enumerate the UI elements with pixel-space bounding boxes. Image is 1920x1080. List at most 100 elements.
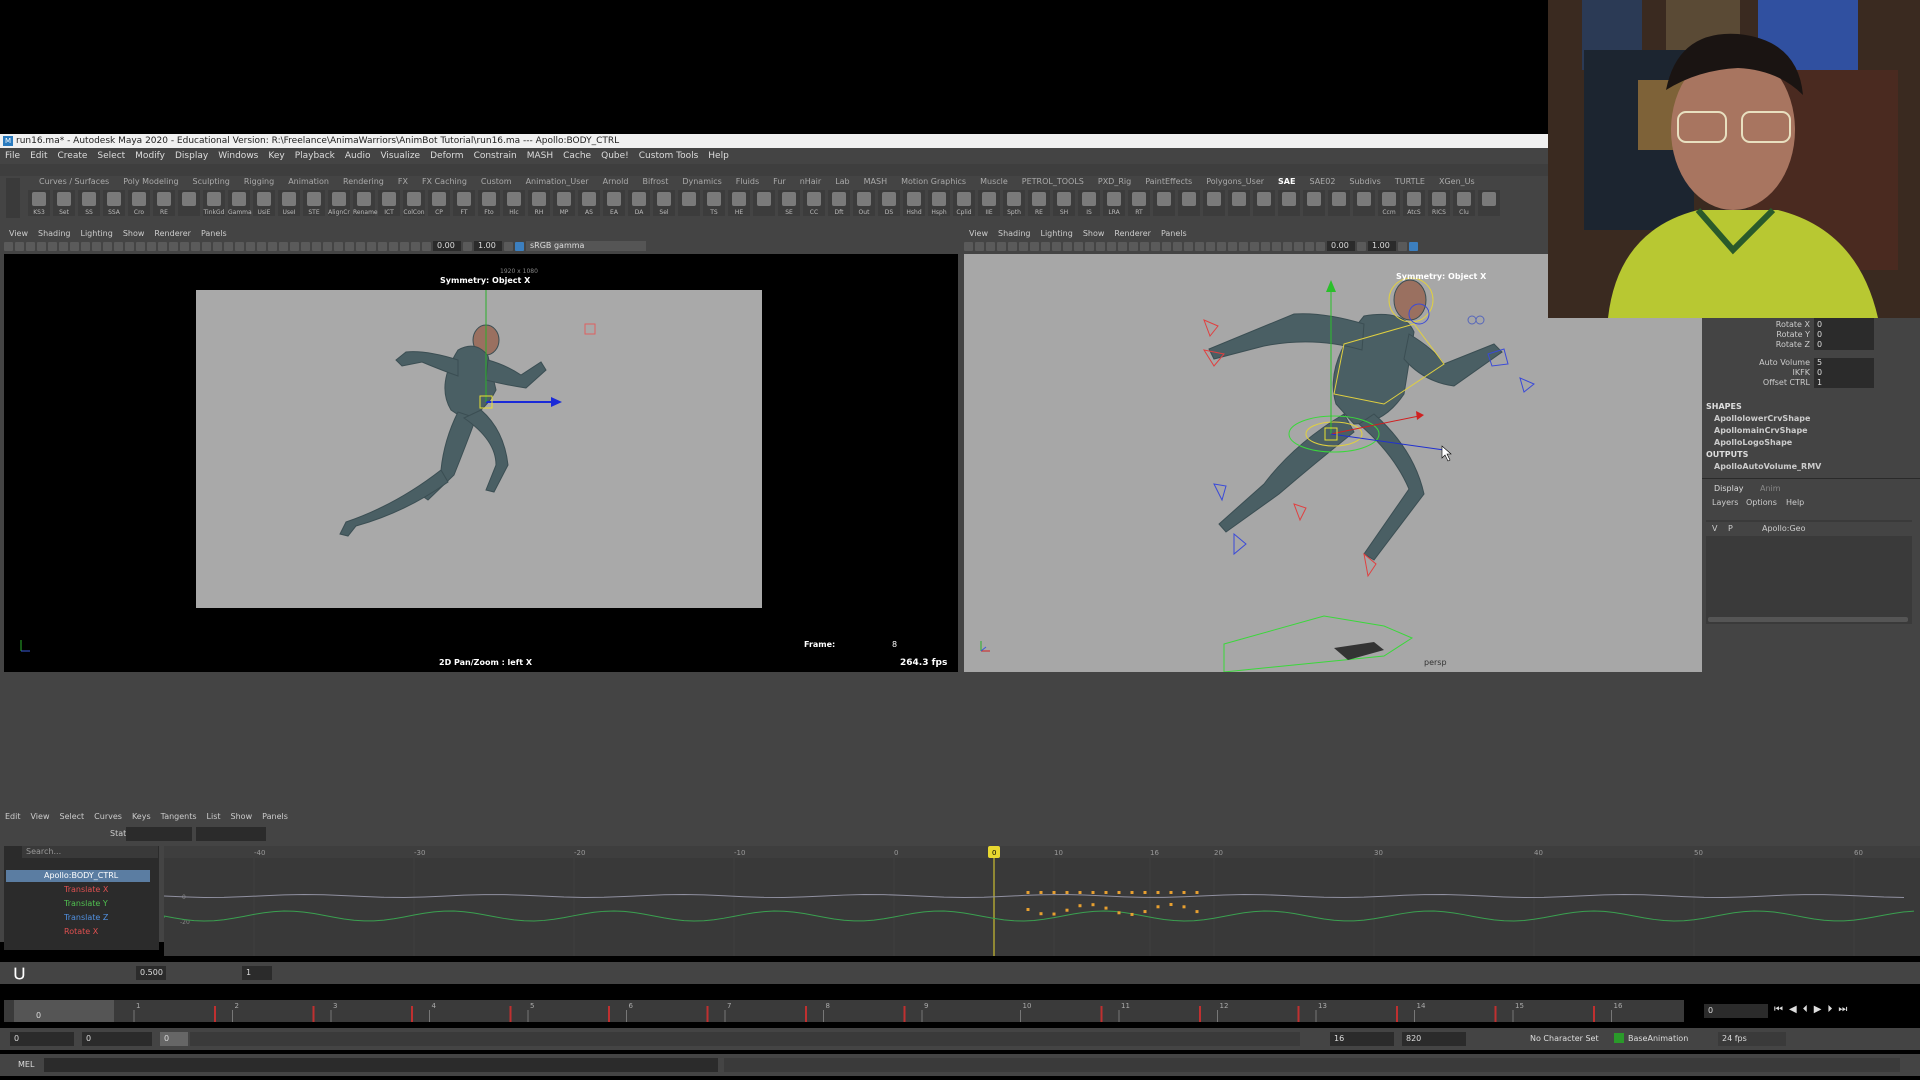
timeline-key[interactable] [1396, 1006, 1398, 1022]
timeline-key[interactable] [411, 1006, 413, 1022]
shelf-tab[interactable]: Sculpting [186, 177, 237, 186]
menu-audio[interactable]: Audio [340, 151, 376, 161]
menu-help[interactable]: Help [703, 151, 734, 161]
anim-layer[interactable]: BaseAnimation [1628, 1034, 1688, 1043]
shelf-tool-button[interactable]: Set [53, 190, 75, 216]
shelf-tab[interactable]: Dynamics [675, 177, 728, 186]
graph-ruler[interactable] [164, 846, 1920, 858]
shelf-tool-button[interactable]: TinkGd [203, 190, 225, 216]
key-marker[interactable] [1052, 891, 1056, 894]
timeline-key[interactable] [1199, 1006, 1201, 1022]
channel-value[interactable]: 0 [1814, 330, 1874, 340]
menu-key[interactable]: Key [263, 151, 289, 161]
colorspace-select[interactable]: sRGB gamma [526, 241, 646, 251]
shelf-tool-button[interactable]: Out [853, 190, 875, 216]
shelf-tool-button[interactable]: Dft [828, 190, 850, 216]
shelf-tool-button[interactable]: RT [1128, 190, 1150, 216]
shelf-tool-button[interactable]: Cro [128, 190, 150, 216]
left-panel-menu-item[interactable]: Shading [33, 229, 76, 238]
shelf-tab[interactable]: Muscle [973, 177, 1015, 186]
curve-translate-x[interactable] [163, 894, 1905, 898]
mel-label[interactable]: MEL [18, 1060, 34, 1069]
graph-menu-item[interactable]: Curves [89, 812, 127, 821]
graph-menu-item[interactable]: Tangents [156, 812, 202, 821]
shelf-tab[interactable]: Motion Graphics [894, 177, 973, 186]
shelf-tool-button[interactable]: UseI [278, 190, 300, 216]
shelf-tool-button[interactable] [1203, 190, 1225, 216]
timeline-key[interactable] [608, 1006, 610, 1022]
key-marker[interactable] [1117, 891, 1121, 894]
menu-display[interactable]: Display [170, 151, 213, 161]
menu-windows[interactable]: Windows [213, 151, 263, 161]
shelf-tool-button[interactable]: KS3 [28, 190, 50, 216]
channel-name[interactable]: Offset CTRL [1763, 378, 1810, 387]
graph-menu-item[interactable]: List [202, 812, 226, 821]
shelf-tool-button[interactable]: CC [803, 190, 825, 216]
right-panel-menu-item[interactable]: View [964, 229, 993, 238]
shape-item[interactable]: ApollolowerCrvShape [1714, 414, 1810, 423]
shelf-tab[interactable]: Polygons_User [1199, 177, 1271, 186]
shelf-tool-button[interactable]: Rename [353, 190, 378, 216]
key-marker[interactable] [1169, 891, 1173, 894]
shelf-tab[interactable]: Bifrost [635, 177, 675, 186]
menu-visualize[interactable]: Visualize [375, 151, 425, 161]
shelf-tab[interactable]: Poly Modeling [116, 177, 185, 186]
outliner-channel[interactable]: Translate Y [64, 898, 108, 910]
layer-playback-toggle[interactable]: P [1728, 524, 1733, 533]
shelf-tool-button[interactable]: SS [78, 190, 100, 216]
range-slider[interactable] [190, 1032, 1300, 1046]
current-frame-field[interactable]: 0 [1704, 1004, 1768, 1018]
step-field-2[interactable]: 1 [242, 966, 272, 980]
shelf-tool-button[interactable]: IS [1078, 190, 1100, 216]
shelf-tab[interactable]: Animation_User [519, 177, 596, 186]
key-marker[interactable] [1026, 908, 1030, 911]
channel-value[interactable]: 0 [1814, 320, 1874, 330]
shelf-tool-button[interactable]: LRA [1103, 190, 1125, 216]
channel-name[interactable]: Auto Volume [1759, 358, 1810, 367]
shelf-tab[interactable]: Lab [828, 177, 856, 186]
start-field[interactable]: 0 [10, 1032, 74, 1046]
anim-start-field[interactable]: 0 [82, 1032, 152, 1046]
shelf-tool-button[interactable]: Spth [1003, 190, 1025, 216]
key-marker[interactable] [1195, 891, 1199, 894]
shelf-tab[interactable]: PaintEffects [1138, 177, 1199, 186]
shelf-tool-button[interactable]: CP [428, 190, 450, 216]
shelf-tool-button[interactable]: DA [628, 190, 650, 216]
shelf-tab[interactable]: Fluids [729, 177, 766, 186]
shelf-tab[interactable]: MASH [857, 177, 894, 186]
timeline-key[interactable] [509, 1006, 512, 1022]
outliner-channel[interactable]: Translate X [64, 884, 108, 896]
graph-view[interactable]: -40 -30 -20 -10 0 10 16 20 30 40 50 60 0 0 -20 [163, 846, 1920, 956]
menu-qube[interactable]: Qube! [596, 151, 634, 161]
right-panel-menu-item[interactable]: Panels [1156, 229, 1192, 238]
outliner-search[interactable]: Search... [22, 846, 158, 858]
options-menu[interactable]: Options [1746, 498, 1777, 507]
channel-row[interactable]: Offset CTRL 1 [1702, 378, 1920, 390]
layer-row[interactable]: V P Apollo:Geo [1706, 522, 1912, 536]
key-marker[interactable] [1195, 910, 1199, 914]
timeline-key[interactable] [1297, 1006, 1300, 1022]
outliner-channel[interactable]: Translate Z [64, 912, 108, 924]
shelf-tool-button[interactable]: Hshd [903, 190, 925, 216]
timeline-key[interactable] [312, 1006, 315, 1022]
shelf-tab[interactable]: FX Caching [415, 177, 474, 186]
character-set[interactable]: No Character Set [1530, 1034, 1599, 1043]
shelf-tool-button[interactable] [1228, 190, 1250, 216]
shelf-tool-button[interactable] [1353, 190, 1375, 216]
shelf-tool-button[interactable]: Sel [653, 190, 675, 216]
curve-translate-y[interactable] [163, 910, 1915, 922]
playback-controls[interactable]: ⏮◀⏴▶⏵⏭ [1774, 1004, 1914, 1018]
shelf-menu-icon[interactable] [6, 178, 20, 218]
shelf-tab[interactable]: Fur [766, 177, 793, 186]
key-marker[interactable] [1039, 891, 1043, 894]
shelf-tab[interactable]: nHair [793, 177, 829, 186]
channel-name[interactable]: Rotate Z [1776, 340, 1810, 349]
shelf-tool-button[interactable] [1178, 190, 1200, 216]
magnet-icon[interactable]: ⋃ [14, 966, 25, 981]
shape-item[interactable]: ApolloLogoShape [1714, 438, 1792, 447]
menu-create[interactable]: Create [53, 151, 93, 161]
shelf-tool-button[interactable]: ICT [378, 190, 400, 216]
shelf-tab[interactable]: Animation [281, 177, 336, 186]
shelf-tab[interactable]: Subdivs [1342, 177, 1387, 186]
right-panel-menu-item[interactable]: Renderer [1109, 229, 1156, 238]
